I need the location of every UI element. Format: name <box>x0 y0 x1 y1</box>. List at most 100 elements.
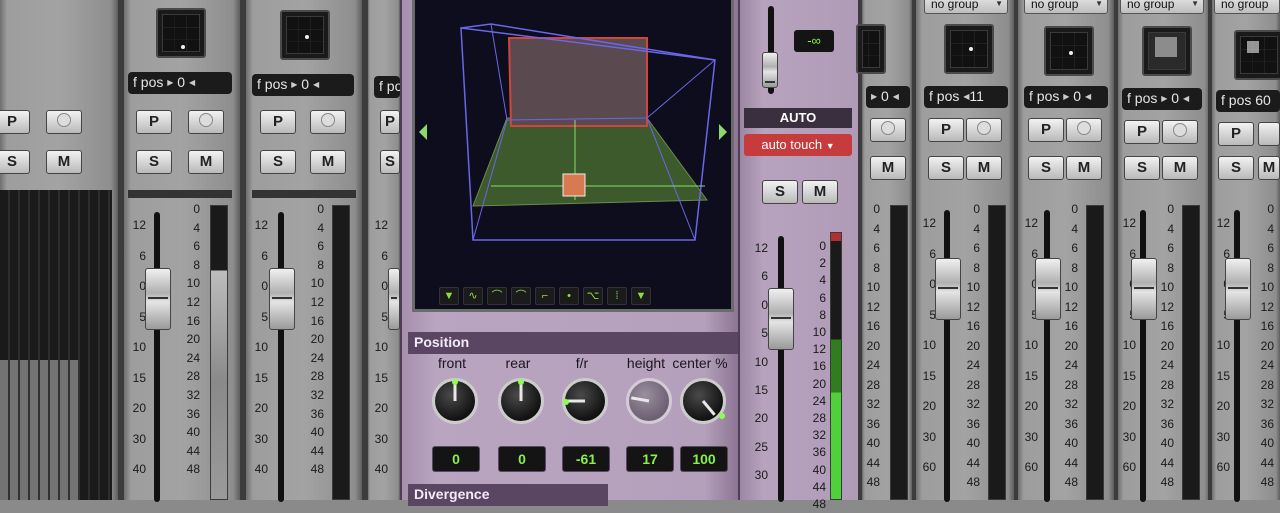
pan-readout[interactable]: f pos ▶ 0 ◀ <box>1024 86 1108 108</box>
knob-led-icon <box>452 379 458 385</box>
mute-button[interactable]: M <box>46 150 82 174</box>
solo-button[interactable]: S <box>1218 156 1254 180</box>
pan-readout[interactable]: f pos 60 <box>1216 90 1280 112</box>
solo-button[interactable]: S <box>260 150 296 174</box>
height-value[interactable]: 17 <box>626 446 674 472</box>
speaker-grid-icon[interactable]: ⁞ <box>607 287 627 305</box>
p-button[interactable]: P <box>1028 118 1064 142</box>
group-selector[interactable]: no group ▼ <box>924 0 1008 14</box>
record-button[interactable] <box>870 118 906 142</box>
knob-label: height <box>626 355 666 371</box>
volume-fader[interactable] <box>935 258 961 320</box>
record-button[interactable] <box>1066 118 1102 142</box>
volume-fader[interactable] <box>269 268 295 330</box>
record-button[interactable] <box>46 110 82 134</box>
corner-icon[interactable]: ⌐ <box>535 287 555 305</box>
fader-scale: 126051015203060 <box>1024 216 1038 474</box>
volume-fader[interactable] <box>1225 258 1251 320</box>
mute-button[interactable]: M <box>870 156 906 180</box>
record-button[interactable] <box>310 110 346 134</box>
pan-position-widget[interactable] <box>944 24 994 74</box>
record-button[interactable] <box>188 110 224 134</box>
volume-readout[interactable]: -∞ <box>794 30 834 52</box>
solo-button[interactable]: S <box>136 150 172 174</box>
triangle-right-icon: ▶ <box>1161 94 1168 103</box>
p-button[interactable]: P <box>136 110 172 134</box>
pan-readout[interactable]: f pos <box>374 76 400 98</box>
arc-icon[interactable]: ⌒ <box>511 287 531 305</box>
meter-scale: 0 4 6 8 10 12 16 20 24 28 32 36 40 44 48 <box>310 202 324 477</box>
rear-knob[interactable] <box>498 378 544 424</box>
split-icon[interactable]: ⌥ <box>583 287 603 305</box>
pan-readout[interactable]: f pos ▶ 0 ◀ <box>1122 88 1202 110</box>
pan-position-widget[interactable] <box>1044 26 1094 76</box>
meter-scale: 0 4 6 8 10 12 16 20 24 28 32 36 40 44 48 <box>1160 202 1174 489</box>
fr-knob[interactable] <box>562 378 608 424</box>
pan-position-widget[interactable] <box>856 24 886 74</box>
group-selector[interactable]: no group ▼ <box>1024 0 1108 14</box>
trim-fader[interactable] <box>762 52 778 88</box>
solo-button[interactable]: S <box>928 156 964 180</box>
record-button[interactable] <box>966 118 1002 142</box>
fr-value[interactable]: -61 <box>562 446 610 472</box>
solo-button[interactable]: S <box>380 150 400 174</box>
solo-button[interactable]: S <box>1124 156 1160 180</box>
solo-button[interactable]: S <box>1028 156 1064 180</box>
level-meter <box>830 232 842 500</box>
front-knob[interactable] <box>432 378 478 424</box>
dot-mode-icon[interactable]: • <box>559 287 579 305</box>
p-button[interactable]: P <box>260 110 296 134</box>
record-icon <box>321 113 335 127</box>
mute-button[interactable]: M <box>1066 156 1102 180</box>
group-selector[interactable]: no group <box>1214 0 1280 14</box>
knob-label: front <box>437 355 466 371</box>
pan-readout[interactable]: f pos ◀11 <box>924 86 1008 108</box>
p-button[interactable]: P <box>1124 120 1160 144</box>
height-knob[interactable] <box>626 378 672 424</box>
record-button[interactable] <box>1162 120 1198 144</box>
volume-fader[interactable] <box>388 268 400 330</box>
p-button[interactable]: P <box>0 110 30 134</box>
pan-readout[interactable]: f pos ▶ 0 ◀ <box>252 74 354 96</box>
center-percent-value[interactable]: 100 <box>680 446 728 472</box>
mute-button[interactable]: M <box>310 150 346 174</box>
fader-scale: 126051015203060 <box>1122 216 1136 474</box>
level-meter <box>210 205 228 500</box>
triangle-left-icon: ◀ <box>1182 94 1190 103</box>
level-meter <box>1086 205 1104 500</box>
level-meter <box>332 205 350 500</box>
pan-position-widget[interactable] <box>1142 26 1192 76</box>
3d-position-view[interactable]: ▼ ∿ ⌒ ⌒ ⌐ • ⌥ ⁞ ▼ <box>412 0 734 312</box>
p-button[interactable]: P <box>1218 122 1254 146</box>
volume-fader[interactable] <box>145 268 171 330</box>
mute-button[interactable]: M <box>1258 156 1280 180</box>
front-value[interactable]: 0 <box>432 446 480 472</box>
p-button[interactable]: P <box>380 110 400 134</box>
mute-button[interactable]: M <box>966 156 1002 180</box>
pan-position-widget[interactable] <box>280 10 330 60</box>
pan-readout[interactable]: f pos ▶ 0 ◀ <box>128 72 232 94</box>
automation-mode-select[interactable]: auto touch ▼ <box>744 134 852 156</box>
mute-button[interactable]: M <box>1162 156 1198 180</box>
volume-fader[interactable] <box>768 288 794 350</box>
pan-position-widget[interactable] <box>156 8 206 58</box>
automation-title: AUTO <box>744 108 852 128</box>
pan-dot-icon <box>181 45 185 49</box>
level-meter <box>890 205 908 500</box>
pan-readout[interactable]: ▶ 0 ◀ <box>866 86 910 108</box>
p-button[interactable]: P <box>928 118 964 142</box>
mute-button[interactable]: M <box>802 180 838 204</box>
curve-up-icon[interactable]: ⌒ <box>487 287 507 305</box>
solo-button[interactable]: S <box>762 180 798 204</box>
group-selector[interactable]: no group ▼ <box>1120 0 1204 14</box>
mute-button[interactable]: M <box>188 150 224 174</box>
pan-position-widget[interactable] <box>1234 30 1280 80</box>
funnel-icon[interactable]: ▼ <box>439 287 459 305</box>
path-tool-icon[interactable]: ∿ <box>463 287 483 305</box>
record-button[interactable] <box>1258 122 1280 146</box>
fader-track <box>778 236 784 502</box>
funnel-right-icon[interactable]: ▼ <box>631 287 651 305</box>
rear-value[interactable]: 0 <box>498 446 546 472</box>
center-percent-knob[interactable] <box>680 378 726 424</box>
solo-button[interactable]: S <box>0 150 30 174</box>
